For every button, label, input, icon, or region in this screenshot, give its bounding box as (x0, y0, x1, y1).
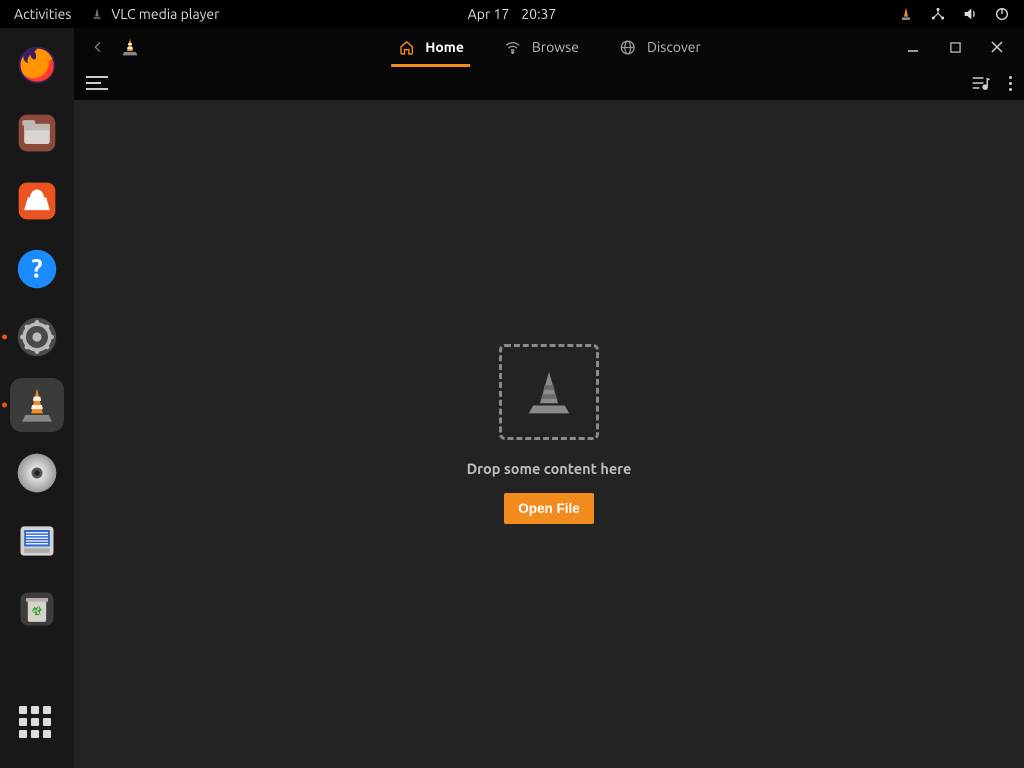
vlc-logo-icon (120, 37, 140, 57)
show-applications[interactable] (19, 706, 55, 742)
dock-vlc[interactable] (10, 378, 64, 432)
playlist-icon[interactable] (971, 74, 991, 92)
drop-zone[interactable] (499, 344, 599, 440)
volume-icon[interactable] (962, 6, 978, 22)
titlebar: Home Browse Discover (74, 28, 1024, 66)
power-icon[interactable] (994, 6, 1010, 22)
more-options-button[interactable] (1009, 76, 1012, 91)
toolbar (74, 66, 1024, 100)
activities-button[interactable]: Activities (14, 6, 71, 22)
minimize-button[interactable] (898, 32, 928, 62)
tab-browse[interactable]: Browse (502, 28, 581, 66)
clock[interactable]: Apr 17 20:37 (468, 6, 557, 22)
dock-help[interactable]: ? (10, 242, 64, 296)
maximize-button[interactable] (940, 32, 970, 62)
home-icon (397, 38, 415, 56)
tab-home[interactable]: Home (395, 28, 466, 66)
dock-software[interactable] (10, 174, 64, 228)
wifi-icon (504, 38, 522, 56)
network-icon[interactable] (930, 6, 946, 22)
close-button[interactable] (982, 32, 1012, 62)
menu-button[interactable] (86, 72, 108, 94)
dock-disc[interactable] (10, 446, 64, 500)
tab-discover[interactable]: Discover (617, 28, 703, 66)
ubuntu-dock: ? (0, 28, 74, 768)
dock-firefox[interactable] (10, 38, 64, 92)
gnome-top-panel: Activities VLC media player Apr 17 20:37 (0, 0, 1024, 28)
dock-trash[interactable] (10, 582, 64, 636)
dock-settings[interactable] (10, 310, 64, 364)
globe-icon (619, 38, 637, 56)
vlc-tray-icon[interactable] (898, 6, 914, 22)
vlc-cone-gray-icon (522, 365, 576, 419)
svg-text:?: ? (31, 253, 42, 282)
dock-files[interactable] (10, 106, 64, 160)
content-area[interactable]: Drop some content here Open File (74, 100, 1024, 768)
dock-scanner[interactable] (10, 514, 64, 568)
app-menu[interactable]: VLC media player (89, 6, 219, 22)
vlc-cone-icon (89, 6, 105, 22)
vlc-window: Home Browse Discover (74, 28, 1024, 768)
back-button[interactable] (86, 35, 110, 59)
drop-text: Drop some content here (467, 460, 632, 477)
open-file-button[interactable]: Open File (504, 493, 594, 524)
